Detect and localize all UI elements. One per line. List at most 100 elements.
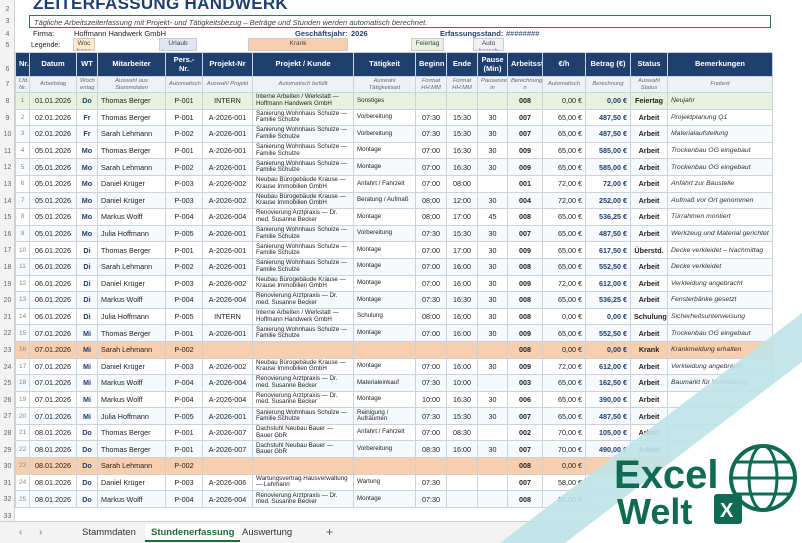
- cell-pause[interactable]: 45: [477, 208, 508, 226]
- cell-ma[interactable]: Thomas Berger: [97, 108, 166, 127]
- cell-datum[interactable]: 06.01.2026: [29, 307, 77, 326]
- cell-eur[interactable]: 65,00 €: [542, 158, 586, 176]
- cell-wt[interactable]: Di: [76, 307, 98, 326]
- cell-betrag[interactable]: 72,00 €: [585, 174, 631, 193]
- cell-betrag[interactable]: 0,00 €: [585, 307, 631, 326]
- cell-eur[interactable]: 65,00 €: [542, 208, 586, 226]
- cell-status[interactable]: Arbeit: [630, 440, 668, 459]
- column-header[interactable]: Pause (Min): [477, 52, 508, 77]
- cell-pause[interactable]: [477, 473, 508, 492]
- cell-betrag[interactable]: 487,50 €: [585, 407, 631, 425]
- cell-datum[interactable]: 07.01.2026: [29, 324, 77, 342]
- cell-eur[interactable]: 0,00 €: [542, 92, 586, 110]
- row-number[interactable]: 31: [0, 480, 15, 487]
- row-number[interactable]: 22: [0, 330, 15, 337]
- cell-nr[interactable]: 7: [15, 191, 30, 210]
- cell-end[interactable]: [446, 92, 478, 110]
- cell-kunde[interactable]: Wartungsvertrag Hausverwaltung — Lehmann: [252, 473, 354, 492]
- cell-pers[interactable]: P-001: [165, 92, 203, 110]
- row-number[interactable]: 32: [0, 496, 15, 503]
- row-number[interactable]: 24: [0, 364, 15, 371]
- cell-tat[interactable]: Sonstiges: [353, 92, 416, 110]
- cell-nr[interactable]: 12: [15, 274, 30, 293]
- column-header[interactable]: Mitarbeiter: [97, 52, 166, 77]
- table-row[interactable]: 22 08.01.2026 Do Thomas Berger P-001 A-2026-0…: [15, 440, 773, 459]
- cell-pers[interactable]: P-004: [165, 291, 203, 309]
- cell-eur[interactable]: 65,00 €: [542, 257, 586, 276]
- cell-ma[interactable]: Daniel Krüger: [97, 191, 166, 210]
- cell-betrag[interactable]: 0,00 €: [585, 340, 631, 359]
- cell-end[interactable]: 16:00: [446, 324, 478, 342]
- cell-nr[interactable]: 9: [15, 224, 30, 243]
- cell-std[interactable]: 008: [507, 291, 543, 309]
- cell-std[interactable]: 007: [507, 407, 543, 425]
- row-number[interactable]: 5: [0, 42, 15, 49]
- cell-std[interactable]: 007: [507, 473, 543, 492]
- cell-beg[interactable]: 10:00: [415, 390, 447, 409]
- cell-betrag[interactable]: 162,50 €: [585, 374, 631, 392]
- cell-tat[interactable]: [353, 340, 416, 359]
- cell-nr[interactable]: 6: [15, 174, 30, 193]
- cell-tat[interactable]: Montage: [353, 291, 416, 309]
- cell-status[interactable]: Arbeit: [630, 224, 668, 243]
- cell-ma[interactable]: Daniel Krüger: [97, 174, 166, 193]
- table-row[interactable]: 14 06.01.2026 Di Julia Hoffmann P-005 INTERN I…: [15, 307, 773, 326]
- cell-kunde[interactable]: Sanierung Wohnhaus Schulze — Familie Sch…: [252, 108, 354, 127]
- cell-end[interactable]: 15:30: [446, 108, 478, 127]
- cell-proj[interactable]: A-2026-001: [202, 125, 253, 143]
- cell-wt[interactable]: Mo: [76, 141, 98, 160]
- cell-pers[interactable]: P-003: [165, 357, 203, 376]
- cell-nr[interactable]: 16: [15, 340, 30, 359]
- cell-wt[interactable]: Mo: [76, 224, 98, 243]
- cell-beg[interactable]: 07:30: [415, 490, 447, 508]
- cell-beg[interactable]: 07:00: [415, 357, 447, 376]
- cell-proj[interactable]: A-2026-001: [202, 241, 253, 259]
- cell-proj[interactable]: A-2026-004: [202, 291, 253, 309]
- row-number[interactable]: 15: [0, 214, 15, 221]
- cell-pause[interactable]: 30: [477, 407, 508, 425]
- cell-tat[interactable]: Montage: [353, 357, 416, 376]
- column-header[interactable]: Status: [630, 52, 668, 77]
- cell-nr[interactable]: 4: [15, 141, 30, 160]
- row-number[interactable]: 2: [0, 6, 15, 13]
- cell-wt[interactable]: Mi: [76, 407, 98, 425]
- cell-pause[interactable]: [477, 374, 508, 392]
- cell-std[interactable]: 009: [507, 158, 543, 176]
- cell-ma[interactable]: Daniel Krüger: [97, 274, 166, 293]
- cell-wt[interactable]: Do: [76, 92, 98, 110]
- cell-bem[interactable]: [667, 440, 773, 459]
- cell-pers[interactable]: P-001: [165, 423, 203, 442]
- cell-end[interactable]: 17:00: [446, 241, 478, 259]
- cell-end[interactable]: 16:30: [446, 390, 478, 409]
- table-row[interactable]: 5 05.01.2026 Mo Sarah Lehmann P-002 A-2026-00…: [15, 158, 773, 176]
- cell-proj[interactable]: [202, 457, 253, 475]
- cell-kunde[interactable]: Sanierung Wohnhaus Schulze — Familie Sch…: [252, 141, 354, 160]
- cell-pause[interactable]: 30: [477, 324, 508, 342]
- cell-end[interactable]: [446, 490, 478, 508]
- cell-kunde[interactable]: Sanierung Wohnhaus Schulze — Familie Sch…: [252, 224, 354, 243]
- cell-kunde[interactable]: Renovierung Arztpraxis — Dr. med. Susann…: [252, 390, 354, 409]
- cell-ma[interactable]: Julia Hoffmann: [97, 224, 166, 243]
- cell-beg[interactable]: 08:30: [415, 440, 447, 459]
- cell-std[interactable]: 007: [507, 440, 543, 459]
- table-row[interactable]: 21 08.01.2026 Do Thomas Berger P-001 A-2026-0…: [15, 423, 773, 442]
- cell-proj[interactable]: INTERN: [202, 92, 253, 110]
- cell-ma[interactable]: Markus Wolff: [97, 291, 166, 309]
- cell-beg[interactable]: 07:00: [415, 423, 447, 442]
- row-number[interactable]: 3: [0, 18, 15, 25]
- cell-pause[interactable]: [477, 174, 508, 193]
- cell-datum[interactable]: 08.01.2026: [29, 457, 77, 475]
- cell-wt[interactable]: Mo: [76, 158, 98, 176]
- row-number[interactable]: 13: [0, 181, 15, 188]
- cell-bem[interactable]: [667, 490, 773, 508]
- cell-eur[interactable]: 65,00 €: [542, 407, 586, 425]
- cell-beg[interactable]: 07:30: [415, 125, 447, 143]
- cell-bem[interactable]: [667, 407, 773, 425]
- cell-end[interactable]: 10:00: [446, 374, 478, 392]
- cell-status[interactable]: Arbeit: [630, 324, 668, 342]
- cell-ma[interactable]: Sarah Lehmann: [97, 457, 166, 475]
- cell-pers[interactable]: P-004: [165, 490, 203, 508]
- cell-pause[interactable]: 30: [477, 141, 508, 160]
- cell-beg[interactable]: 08:00: [415, 208, 447, 226]
- cell-end[interactable]: 16:30: [446, 291, 478, 309]
